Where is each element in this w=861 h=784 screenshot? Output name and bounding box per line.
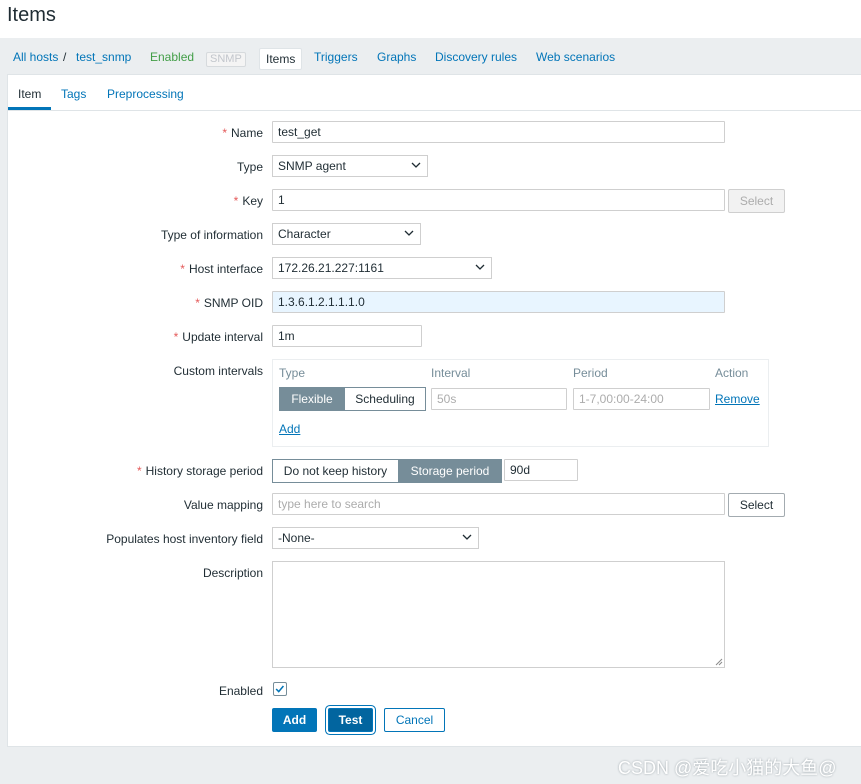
key-select-button[interactable]: Select [728, 189, 785, 213]
checkmark-icon [275, 685, 285, 693]
nav-items[interactable]: Items [259, 48, 303, 70]
tab-tags[interactable]: Tags [61, 87, 86, 101]
chevron-down-icon [475, 264, 485, 270]
item-form-panel: Item Tags Preprocessing * Name test_get T… [7, 74, 861, 747]
test-button[interactable]: Test [328, 708, 373, 732]
type-of-information-label: Type of information [160, 228, 263, 242]
key-label: * Key [233, 194, 263, 208]
snmp-oid-label: * SNMP OID [195, 296, 263, 310]
do-not-keep-history-toggle[interactable]: Do not keep history [272, 459, 399, 483]
nav-discovery-rules[interactable]: Discovery rules [435, 50, 517, 64]
add-button[interactable]: Add [272, 708, 317, 732]
custom-interval-input[interactable]: 50s [431, 388, 567, 410]
tab-item[interactable]: Item [18, 87, 41, 101]
inventory-select[interactable]: -None- [272, 527, 479, 549]
description-label: Description [202, 566, 263, 580]
name-input[interactable]: test_get [272, 121, 725, 143]
update-interval-input[interactable]: 1m [272, 325, 422, 347]
csdn-watermark: CSDN @爱吃小猫的大鱼@ [618, 758, 837, 778]
history-label: * History storage period [136, 464, 263, 478]
value-mapping-select-button[interactable]: Select [728, 493, 785, 517]
nav-status-enabled[interactable]: Enabled [150, 50, 194, 64]
enabled-checkbox[interactable] [273, 682, 287, 696]
custom-intervals-label: Custom intervals [173, 364, 263, 378]
nav-graphs[interactable]: Graphs [377, 50, 416, 64]
add-interval-link[interactable]: Add [279, 422, 300, 436]
cancel-button[interactable]: Cancel [384, 708, 445, 732]
chevron-down-icon [404, 230, 414, 236]
nav-triggers[interactable]: Triggers [314, 50, 358, 64]
form-tabs: Item Tags Preprocessing [8, 75, 861, 111]
custom-intervals-table: Type Interval Period Action Flexible Sch… [272, 359, 769, 447]
scheduling-toggle[interactable]: Scheduling [344, 387, 426, 411]
description-textarea[interactable] [272, 561, 725, 668]
breadcrumb-separator: / [63, 50, 67, 64]
key-input[interactable]: 1 [272, 189, 725, 211]
type-label: Type [236, 160, 263, 174]
value-mapping-input[interactable]: type here to search [272, 493, 725, 515]
enabled-label: Enabled [218, 684, 263, 698]
storage-period-toggle[interactable]: Storage period [398, 459, 502, 483]
col-action-header: Action [715, 366, 749, 380]
tab-preprocessing[interactable]: Preprocessing [107, 87, 184, 101]
resize-handle-icon[interactable] [715, 658, 723, 666]
custom-period-input[interactable]: 1-7,00:00-24:00 [573, 388, 710, 410]
page-header: Items [0, 0, 861, 38]
update-interval-label: * Update interval [173, 330, 263, 344]
nav-all-hosts[interactable]: All hosts [13, 50, 58, 64]
host-breadcrumb-nav: All hosts / test_snmp Enabled SNMP Items… [0, 38, 861, 74]
chevron-down-icon [462, 534, 472, 540]
active-tab-indicator [8, 107, 51, 110]
name-label: * Name [222, 126, 263, 140]
chevron-down-icon [411, 162, 421, 168]
host-interface-label: * Host interface [180, 262, 263, 276]
col-type-header: Type [279, 366, 306, 380]
host-interface-select[interactable]: 172.26.21.227:1161 [272, 257, 492, 279]
remove-interval-link[interactable]: Remove [715, 392, 760, 406]
type-select[interactable]: SNMP agent [272, 155, 428, 177]
inventory-label: Populates host inventory field [106, 532, 263, 546]
col-interval-header: Interval [431, 366, 471, 380]
nav-web-scenarios[interactable]: Web scenarios [536, 50, 615, 64]
page-title: Items [7, 4, 56, 26]
snmp-oid-input[interactable]: 1.3.6.1.2.1.1.1.0 [272, 291, 725, 313]
history-value-input[interactable]: 90d [504, 459, 578, 481]
col-period-header: Period [573, 366, 608, 380]
type-of-information-select[interactable]: Character [272, 223, 421, 245]
value-mapping-label: Value mapping [183, 498, 263, 512]
nav-host[interactable]: test_snmp [76, 50, 131, 64]
snmp-badge: SNMP [206, 52, 246, 67]
flexible-toggle[interactable]: Flexible [279, 387, 345, 411]
